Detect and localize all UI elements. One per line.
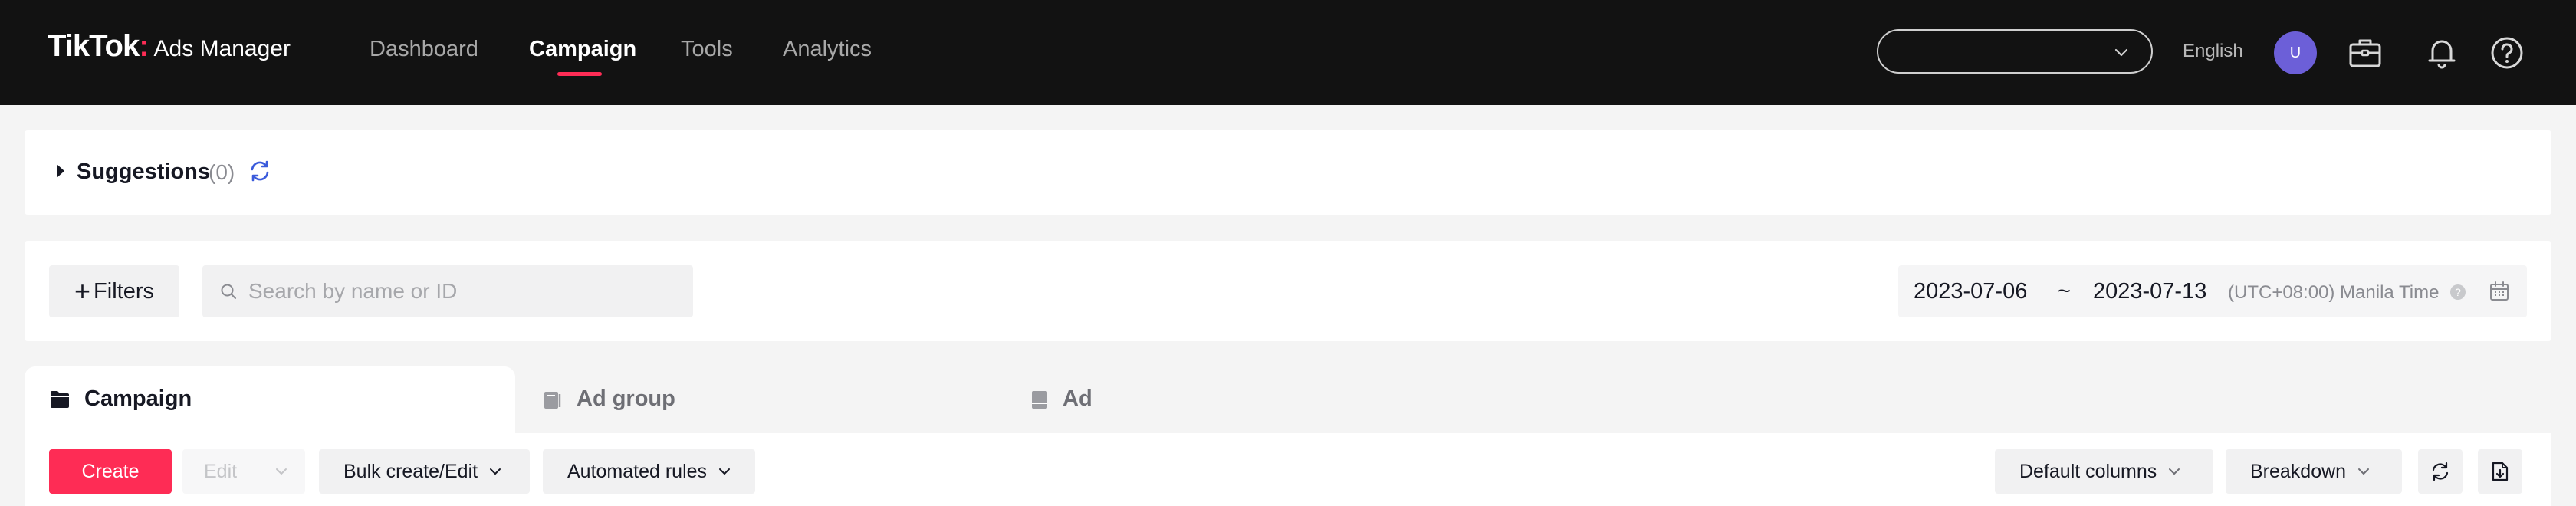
create-button[interactable]: Create — [49, 449, 172, 494]
date-separator: ~ — [2058, 279, 2071, 304]
refresh-icon — [2432, 462, 2449, 481]
ad-group-icon — [544, 391, 561, 409]
suggestions-title[interactable]: Suggestions — [77, 159, 210, 185]
suggestions-count: (0) — [209, 160, 235, 184]
help-icon[interactable]: ? — [2450, 284, 2466, 300]
chevron-down-icon — [2114, 48, 2128, 57]
date-end[interactable]: 2023-07-13 — [2093, 279, 2206, 304]
logo-subtitle: Ads Manager — [153, 36, 291, 61]
search-icon — [221, 284, 236, 299]
tab-ad-label: Ad — [1063, 386, 1092, 411]
nav-dashboard[interactable]: Dashboard — [370, 37, 478, 62]
breakdown-label: Breakdown — [2250, 460, 2347, 482]
suggestions-panel: Suggestions (0) — [25, 130, 2551, 215]
automated-rules-label: Automated rules — [567, 460, 708, 482]
timezone-label: (UTC+08:00) Manila Time — [2228, 282, 2440, 303]
export-icon — [2492, 462, 2509, 481]
ad-icon — [1032, 390, 1047, 409]
bulk-create-edit-label: Bulk create/Edit — [343, 460, 478, 482]
tab-campaign[interactable]: Campaign — [49, 386, 192, 412]
export-button[interactable] — [2478, 449, 2522, 494]
active-nav-indicator — [557, 72, 602, 76]
tab-ad-group-label: Ad group — [577, 386, 675, 411]
plus-icon: + — [74, 275, 91, 307]
avatar[interactable]: U — [2274, 31, 2317, 74]
logo-dot: : — [139, 29, 150, 63]
chevron-down-icon — [2358, 468, 2370, 475]
automated-rules-button[interactable]: Automated rules — [543, 449, 755, 494]
bulk-create-edit-button[interactable]: Bulk create/Edit — [319, 449, 530, 494]
expand-caret-icon[interactable] — [57, 164, 64, 178]
default-columns-label: Default columns — [2019, 460, 2157, 482]
chevron-down-icon — [2169, 468, 2180, 475]
date-range-picker[interactable]: 2023-07-06 ~ 2023-07-13 (UTC+08:00) Mani… — [1898, 265, 2527, 317]
edit-button-label: Edit — [204, 460, 238, 482]
filters-button-label: Filters — [94, 278, 154, 304]
chevron-down-icon — [719, 468, 731, 475]
bell-icon[interactable] — [2423, 34, 2461, 72]
account-select[interactable] — [1877, 29, 2153, 74]
tab-campaign-label: Campaign — [84, 386, 192, 411]
calendar-icon[interactable] — [2489, 281, 2510, 302]
language-switch[interactable]: English — [2183, 41, 2243, 62]
default-columns-dropdown[interactable]: Default columns — [1995, 449, 2213, 494]
briefcase-icon[interactable] — [2346, 34, 2384, 72]
filter-panel: + Filters 2023-07-06 ~ 2023-07-13 (UTC+0… — [25, 242, 2551, 341]
tab-ad[interactable]: Ad — [1030, 386, 1092, 412]
chevron-down-icon — [490, 468, 501, 475]
search-input[interactable] — [248, 279, 678, 304]
date-start[interactable]: 2023-07-06 — [1914, 279, 2027, 304]
filters-button[interactable]: + Filters — [49, 265, 179, 317]
edit-button[interactable]: Edit — [182, 449, 305, 494]
breakdown-dropdown[interactable]: Breakdown — [2226, 449, 2402, 494]
help-icon[interactable] — [2488, 34, 2526, 72]
nav-campaign[interactable]: Campaign — [529, 37, 636, 62]
tiktok-ads-manager-logo[interactable]: TikTok : Ads Manager — [48, 29, 291, 64]
tab-ad-group[interactable]: Ad group — [541, 386, 675, 412]
top-nav-bar: TikTok : Ads Manager Dashboard Campaign … — [0, 0, 2576, 105]
chevron-down-icon — [276, 468, 287, 475]
logo-wordmark: TikTok — [48, 29, 140, 63]
search-box[interactable] — [202, 265, 693, 317]
nav-tools[interactable]: Tools — [681, 37, 733, 62]
refresh-button[interactable] — [2418, 449, 2463, 494]
nav-analytics[interactable]: Analytics — [783, 37, 872, 62]
folder-icon — [51, 390, 69, 408]
refresh-icon[interactable] — [247, 158, 273, 184]
